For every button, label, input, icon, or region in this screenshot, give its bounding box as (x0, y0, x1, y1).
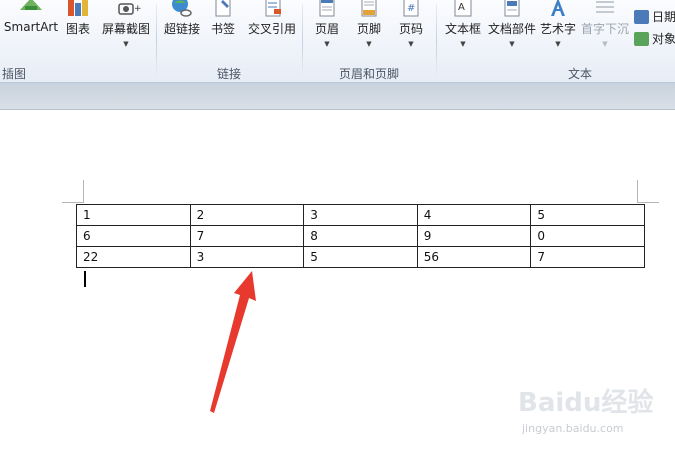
screenshot-button[interactable]: + 屏幕截图 ▼ (98, 0, 154, 60)
table-row: 1 2 3 4 5 (76, 204, 645, 226)
svg-text:A: A (458, 2, 465, 13)
ribbon-divider-bar (0, 83, 675, 110)
footer-button[interactable]: 页脚 ▼ (352, 0, 386, 60)
cross-reference-button[interactable]: 交叉引用 (244, 0, 300, 60)
cross-reference-icon (257, 0, 287, 18)
watermark-logo: Baidu经验 (518, 388, 654, 418)
drop-cap-icon (590, 0, 620, 18)
ribbon: SmartArt 图表 + 屏幕截图 ▼ 插图 超链接 书签 交叉引用 链接 页… (0, 0, 675, 83)
chevron-down-icon: ▼ (366, 40, 372, 48)
footer-icon (354, 0, 384, 18)
table-cell[interactable]: 9 (416, 225, 532, 247)
chevron-down-icon: ▼ (555, 40, 561, 48)
group-separator (302, 4, 303, 78)
table-cell[interactable]: 8 (303, 225, 418, 247)
quick-parts-button[interactable]: 文档部件 ▼ (486, 0, 538, 60)
table-cell[interactable]: 2 (189, 204, 305, 226)
chevron-down-icon: ▼ (460, 40, 466, 48)
margin-corner-mark (62, 202, 84, 203)
table-cell[interactable]: 3 (303, 204, 418, 226)
header-button[interactable]: 页眉 ▼ (310, 0, 344, 60)
chart-button[interactable]: 图表 (62, 0, 94, 60)
chevron-down-icon: ▼ (408, 40, 414, 48)
margin-corner-mark (83, 180, 84, 202)
annotation-arrow (210, 271, 256, 413)
page-number-icon: # (396, 0, 426, 18)
hyperlink-icon (167, 0, 197, 18)
group-label-illustrations: 插图 (2, 67, 27, 81)
table-cell[interactable]: 0 (530, 225, 645, 247)
svg-text:#: # (407, 3, 415, 14)
text-box-icon: A (448, 0, 478, 18)
table-cell[interactable]: 7 (530, 246, 645, 268)
group-label-header-footer: 页眉和页脚 (339, 67, 400, 81)
group-label-links: 链接 (217, 67, 242, 81)
watermark-url: jingyan.baidu.com (522, 422, 624, 435)
bookmark-button[interactable]: 书签 (208, 0, 238, 60)
margin-corner-mark (637, 180, 638, 202)
group-separator (436, 4, 437, 78)
group-separator (156, 4, 157, 78)
chevron-down-icon: ▼ (123, 40, 129, 48)
table-cell[interactable]: 4 (416, 204, 532, 226)
chevron-down-icon: ▼ (509, 40, 515, 48)
text-cursor (84, 271, 86, 287)
bookmark-icon (208, 0, 238, 18)
group-label-text: 文本 (568, 67, 593, 81)
date-time-button[interactable]: 日期 (634, 8, 675, 25)
chart-icon (63, 0, 93, 18)
chevron-down-icon: ▼ (602, 40, 608, 48)
date-time-icon (634, 9, 649, 24)
table-cell[interactable]: 1 (76, 204, 191, 226)
smartart-icon (16, 0, 46, 18)
table-cell[interactable]: 7 (189, 225, 305, 247)
header-icon (312, 0, 342, 18)
table-cell[interactable]: 56 (416, 246, 532, 268)
object-button[interactable]: 对象 (634, 30, 675, 47)
table-cell[interactable]: 6 (76, 225, 191, 247)
wordart-button[interactable]: 艺术字 ▼ (538, 0, 578, 60)
table-cell[interactable]: 22 (76, 246, 191, 268)
text-box-button[interactable]: A 文本框 ▼ (440, 0, 486, 60)
hyperlink-button[interactable]: 超链接 (160, 0, 204, 60)
drop-cap-button[interactable]: 首字下沉 ▼ (580, 0, 630, 60)
object-icon (634, 31, 649, 46)
table-cell[interactable]: 5 (530, 204, 645, 226)
page-number-button[interactable]: # 页码 ▼ (394, 0, 428, 60)
smartart-button[interactable]: SmartArt (2, 0, 60, 60)
quick-parts-icon (497, 0, 527, 18)
table-row: 22 3 5 56 7 (76, 246, 645, 268)
svg-text:+: + (134, 4, 141, 14)
screenshot-icon: + (111, 0, 142, 18)
baidu-watermark: Baidu经验 jingyan.baidu.com (518, 382, 658, 438)
table-cell[interactable]: 5 (303, 246, 418, 268)
chevron-down-icon: ▼ (324, 40, 330, 48)
wordart-icon (543, 0, 573, 18)
data-table[interactable]: 1 2 3 4 5 6 7 8 9 0 22 3 5 56 7 (76, 204, 645, 268)
table-row: 6 7 8 9 0 (76, 225, 645, 247)
margin-corner-mark (637, 202, 659, 203)
